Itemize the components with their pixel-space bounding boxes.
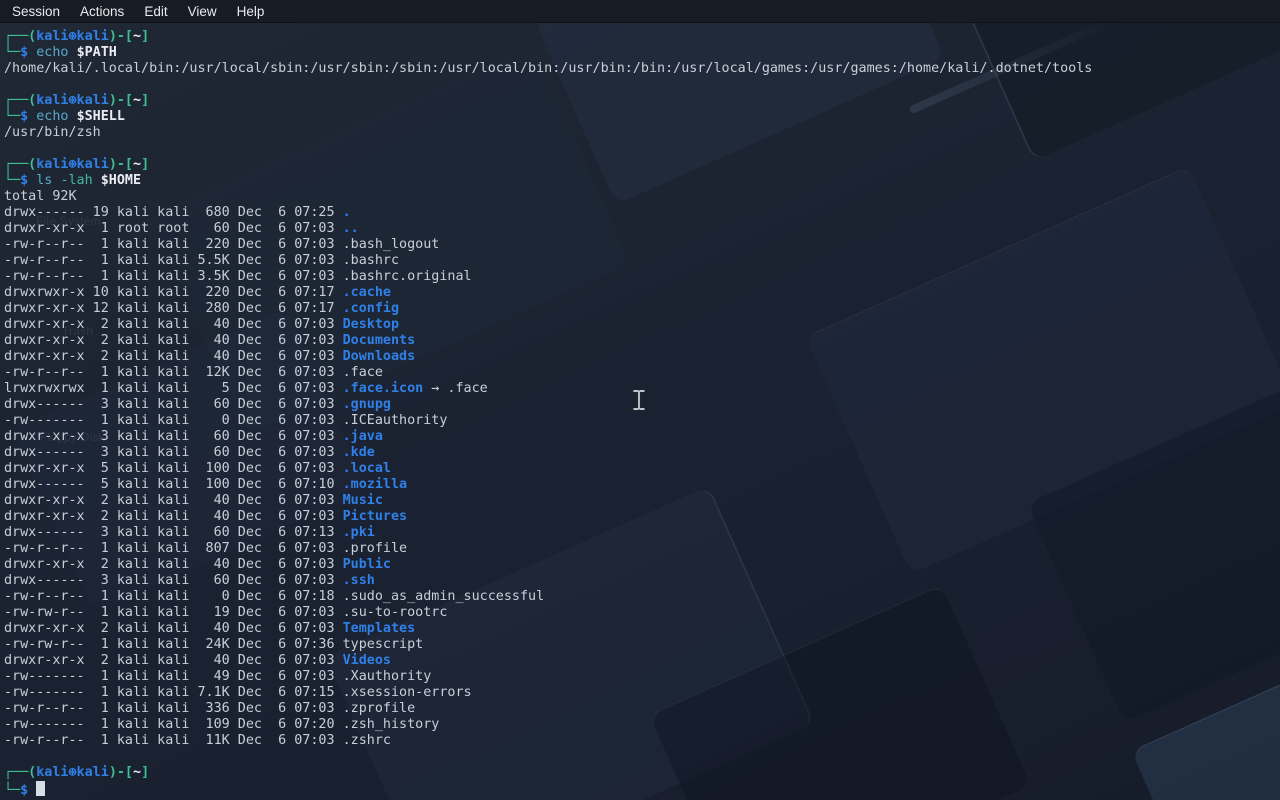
- terminal-line: -rw-r--r-- 1 kali kali 0 Dec 6 07:18 .su…: [4, 589, 1280, 605]
- terminal-line: drwx------ 3 kali kali 60 Dec 6 07:13 .p…: [4, 525, 1280, 541]
- terminal-line: ┌──(kali⊛kali)-[~]: [4, 93, 1280, 109]
- terminal-line: drwx------ 3 kali kali 60 Dec 6 07:03 .k…: [4, 445, 1280, 461]
- terminal-line: /usr/bin/zsh: [4, 125, 1280, 141]
- menu-item-actions[interactable]: Actions: [70, 0, 134, 23]
- menu-bar: SessionActionsEditViewHelp: [0, 0, 1280, 23]
- terminal-line: ┌──(kali⊛kali)-[~]: [4, 765, 1280, 781]
- terminal-line: total 92K: [4, 189, 1280, 205]
- kali-terminal-screen: File System Trash Floppy Disk SessionAct…: [0, 0, 1280, 800]
- terminal-line: └─$ echo $PATH: [4, 45, 1280, 61]
- terminal-line: -rw-r--r-- 1 kali kali 3.5K Dec 6 07:03 …: [4, 269, 1280, 285]
- terminal-line: [4, 141, 1280, 157]
- terminal-line: drwxr-xr-x 12 kali kali 280 Dec 6 07:17 …: [4, 301, 1280, 317]
- terminal-line: drwxr-xr-x 2 kali kali 40 Dec 6 07:03 De…: [4, 317, 1280, 333]
- terminal-line: -rw-r--r-- 1 kali kali 807 Dec 6 07:03 .…: [4, 541, 1280, 557]
- terminal-block-cursor: [36, 781, 45, 796]
- terminal-line: -rw-r--r-- 1 kali kali 336 Dec 6 07:03 .…: [4, 701, 1280, 717]
- terminal-line: -rw-r--r-- 1 kali kali 11K Dec 6 07:03 .…: [4, 733, 1280, 749]
- terminal-line: drwxr-xr-x 2 kali kali 40 Dec 6 07:03 Te…: [4, 621, 1280, 637]
- terminal-line: drwxr-xr-x 5 kali kali 100 Dec 6 07:03 .…: [4, 461, 1280, 477]
- terminal-line: -rw-r--r-- 1 kali kali 12K Dec 6 07:03 .…: [4, 365, 1280, 381]
- terminal-line: -rw-rw-r-- 1 kali kali 19 Dec 6 07:03 .s…: [4, 605, 1280, 621]
- terminal-line: drwxrwxr-x 10 kali kali 220 Dec 6 07:17 …: [4, 285, 1280, 301]
- mouse-cursor-ibeam: [631, 388, 647, 412]
- terminal-line: drwxr-xr-x 2 kali kali 40 Dec 6 07:03 Do…: [4, 333, 1280, 349]
- terminal-line: drwxr-xr-x 2 kali kali 40 Dec 6 07:03 Mu…: [4, 493, 1280, 509]
- terminal-line: /home/kali/.local/bin:/usr/local/sbin:/u…: [4, 61, 1280, 77]
- terminal-line: -rw------- 1 kali kali 49 Dec 6 07:03 .X…: [4, 669, 1280, 685]
- terminal-line: -rw------- 1 kali kali 0 Dec 6 07:03 .IC…: [4, 413, 1280, 429]
- terminal-line: drwx------ 19 kali kali 680 Dec 6 07:25 …: [4, 205, 1280, 221]
- terminal-line: drwxr-xr-x 1 root root 60 Dec 6 07:03 ..: [4, 221, 1280, 237]
- menu-item-edit[interactable]: Edit: [134, 0, 177, 23]
- terminal-line: └─$ echo $SHELL: [4, 109, 1280, 125]
- terminal-line: ┌──(kali⊛kali)-[~]: [4, 157, 1280, 173]
- terminal-line: drwx------ 5 kali kali 100 Dec 6 07:10 .…: [4, 477, 1280, 493]
- terminal-line: └─$ ls -lah $HOME: [4, 173, 1280, 189]
- menu-item-view[interactable]: View: [178, 0, 227, 23]
- terminal-line: drwxr-xr-x 2 kali kali 40 Dec 6 07:03 Vi…: [4, 653, 1280, 669]
- terminal-line: -rw------- 1 kali kali 109 Dec 6 07:20 .…: [4, 717, 1280, 733]
- terminal-line: drwxr-xr-x 2 kali kali 40 Dec 6 07:03 Pu…: [4, 557, 1280, 573]
- terminal-line: drwxr-xr-x 2 kali kali 40 Dec 6 07:03 Pi…: [4, 509, 1280, 525]
- terminal-line: drwx------ 3 kali kali 60 Dec 6 07:03 .s…: [4, 573, 1280, 589]
- terminal-line: -rw-r--r-- 1 kali kali 5.5K Dec 6 07:03 …: [4, 253, 1280, 269]
- menu-item-help[interactable]: Help: [227, 0, 275, 23]
- terminal-line: -rw------- 1 kali kali 7.1K Dec 6 07:15 …: [4, 685, 1280, 701]
- terminal-line: [4, 77, 1280, 93]
- terminal-line: ┌──(kali⊛kali)-[~]: [4, 29, 1280, 45]
- terminal-line: [4, 749, 1280, 765]
- terminal-line: drwxr-xr-x 2 kali kali 40 Dec 6 07:03 Do…: [4, 349, 1280, 365]
- menu-item-session[interactable]: Session: [2, 0, 70, 23]
- terminal-line: └─$: [4, 781, 1280, 797]
- terminal-line: -rw-r--r-- 1 kali kali 220 Dec 6 07:03 .…: [4, 237, 1280, 253]
- terminal-line: -rw-rw-r-- 1 kali kali 24K Dec 6 07:36 t…: [4, 637, 1280, 653]
- terminal-line: drwxr-xr-x 3 kali kali 60 Dec 6 07:03 .j…: [4, 429, 1280, 445]
